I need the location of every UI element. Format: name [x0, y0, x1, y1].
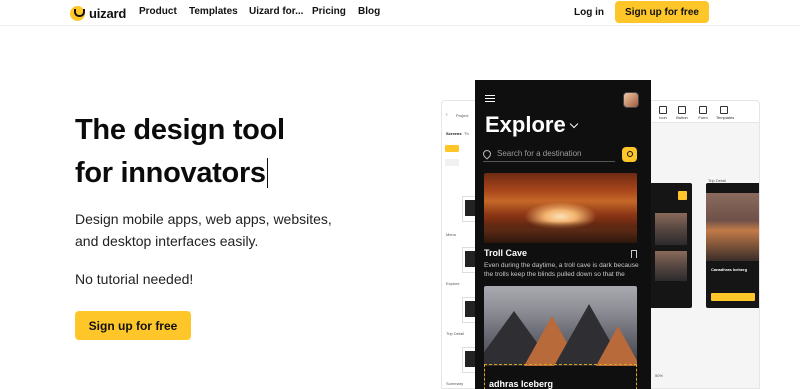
nav-link-pricing[interactable]: Pricing	[312, 6, 346, 17]
login-link[interactable]: Log in	[574, 7, 604, 18]
secondary-screen-button	[678, 191, 687, 200]
subtitle-line-1: Design mobile apps, web apps, websites,	[75, 211, 332, 227]
logo-text: uizard	[89, 5, 127, 21]
card-title-iceberg: adhras Iceberg	[489, 379, 554, 389]
zoom-level: 50%	[655, 373, 664, 378]
toolbar-button: Button	[674, 106, 690, 120]
nav-link-templates[interactable]: Templates	[189, 6, 238, 17]
nav-link-uizard-for[interactable]: Uizard for...	[249, 6, 303, 17]
upload-button	[445, 145, 459, 152]
destination-search[interactable]: Search for a destination	[481, 148, 615, 162]
top-nav: uizard Product Templates Uizard for... P…	[0, 0, 800, 26]
tab-theme: Th	[464, 131, 469, 136]
headline-line-2-text: for innovators	[75, 157, 266, 189]
logo-icon	[70, 5, 85, 21]
phone-mockup: Explore Search for a destination Troll C…	[475, 80, 651, 389]
back-icon: ‹	[446, 112, 448, 118]
headline-line-2: for innovators	[75, 157, 269, 190]
trip-detail-image	[706, 193, 759, 261]
hero-signup-button[interactable]: Sign up for free	[75, 311, 191, 340]
screen-label-explore: Explore	[446, 281, 460, 286]
subtitle-line-2: and desktop interfaces easily.	[75, 233, 259, 249]
toolbar-templates: Templates	[716, 106, 734, 120]
screen-label-summary: Summary	[446, 381, 464, 386]
search-button[interactable]	[622, 147, 637, 162]
card-desc-line-2: the trolls keep the blinds pulled down s…	[484, 271, 625, 278]
card-desc-line-1: Even during the daytime, a troll cave is…	[484, 262, 639, 269]
editor-screen-secondary	[650, 183, 692, 308]
bookmark-icon[interactable]	[631, 250, 637, 258]
uizard-logo[interactable]: uizard	[70, 4, 126, 22]
location-pin-icon	[481, 148, 493, 160]
mountain-shape-glow-2	[596, 326, 637, 366]
tagline: No tutorial needed!	[75, 271, 194, 287]
explore-title-text: Explore	[485, 112, 566, 137]
search-placeholder: Search for a destination	[497, 149, 582, 158]
project-label: Project	[456, 113, 469, 118]
headline-line-1: The design tool	[75, 114, 285, 146]
menu-icon[interactable]	[485, 95, 495, 102]
selected-card-outline: adhras Iceberg	[484, 364, 637, 389]
landing-page: uizard Product Templates Uizard for... P…	[0, 0, 800, 389]
add-screen-button	[445, 159, 459, 166]
toolbar-icon: Icon	[655, 106, 671, 120]
secondary-screen-image	[655, 213, 687, 245]
editor-toolbar: Icon Button Form Templates	[652, 101, 759, 123]
troll-cave-image[interactable]	[484, 173, 637, 243]
secondary-screen-image-2	[655, 251, 687, 281]
tab-screens: Screens	[446, 131, 462, 136]
editor-screen-trip-detail: Canadhras Iceberg	[706, 183, 759, 308]
screen-label-menu: Menu	[446, 232, 457, 237]
toolbar-form: Form	[695, 106, 711, 120]
card-title-troll-cave: Troll Cave	[484, 248, 528, 258]
text-cursor	[266, 158, 269, 188]
trip-detail-title: Canadhras Iceberg	[711, 267, 748, 272]
nav-link-product[interactable]: Product	[139, 6, 177, 17]
nav-signup-button[interactable]: Sign up for free	[615, 1, 709, 23]
chevron-down-icon	[569, 119, 578, 129]
screen-label-trip-detail: Trip Detail	[446, 331, 465, 336]
mountain-image[interactable]	[484, 286, 637, 366]
avatar[interactable]	[623, 92, 639, 108]
explore-title[interactable]: Explore	[485, 112, 578, 138]
nav-link-blog[interactable]: Blog	[358, 6, 380, 17]
trip-detail-button	[711, 293, 755, 301]
